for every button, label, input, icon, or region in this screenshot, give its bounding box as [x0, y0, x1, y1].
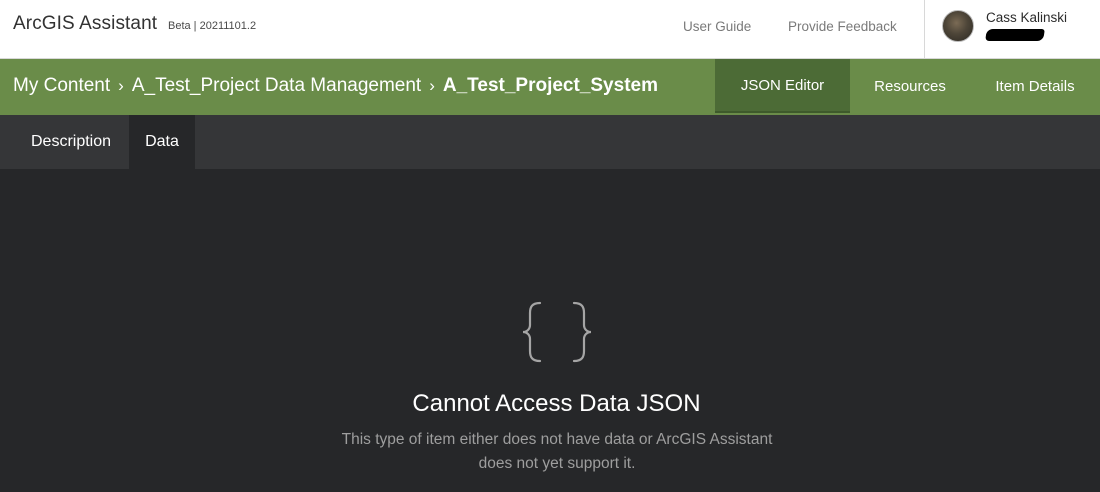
- redacted-username: [985, 29, 1045, 41]
- breadcrumb-current-item: A_Test_Project_System: [442, 75, 658, 96]
- empty-state-title: Cannot Access Data JSON: [412, 390, 701, 417]
- sub-tab-bar: Description Data: [0, 115, 1100, 169]
- tab-item-details[interactable]: Item Details: [970, 59, 1100, 113]
- user-name[interactable]: Cass Kalinski: [986, 10, 1067, 25]
- breadcrumb: My Content › A_Test_Project Data Managem…: [13, 75, 658, 97]
- breadcrumb-folder[interactable]: A_Test_Project Data Management: [132, 75, 421, 97]
- empty-state-message: This type of item either does not have d…: [341, 431, 773, 472]
- breadcrumb-separator: ›: [118, 76, 124, 95]
- user-guide-link[interactable]: User Guide: [683, 19, 751, 34]
- breadcrumb-separator: ›: [429, 76, 435, 95]
- subtab-data[interactable]: Data: [129, 115, 195, 169]
- curly-braces-icon: [522, 301, 592, 363]
- top-header: ArcGIS Assistant Beta | 20211101.2 User …: [0, 0, 1100, 59]
- app-version: Beta | 20211101.2: [168, 20, 257, 32]
- tab-resources[interactable]: Resources: [850, 59, 970, 113]
- item-nav-bar: My Content › A_Test_Project Data Managem…: [0, 59, 1100, 115]
- subtab-description[interactable]: Description: [13, 115, 129, 169]
- header-divider: [924, 0, 925, 58]
- breadcrumb-my-content[interactable]: My Content: [13, 75, 110, 97]
- tab-json-editor[interactable]: JSON Editor: [715, 59, 850, 113]
- user-avatar[interactable]: [942, 10, 974, 42]
- app-title[interactable]: ArcGIS Assistant: [13, 13, 157, 35]
- provide-feedback-link[interactable]: Provide Feedback: [788, 19, 897, 34]
- json-content-area: Cannot Access Data JSON This type of ite…: [0, 169, 1100, 492]
